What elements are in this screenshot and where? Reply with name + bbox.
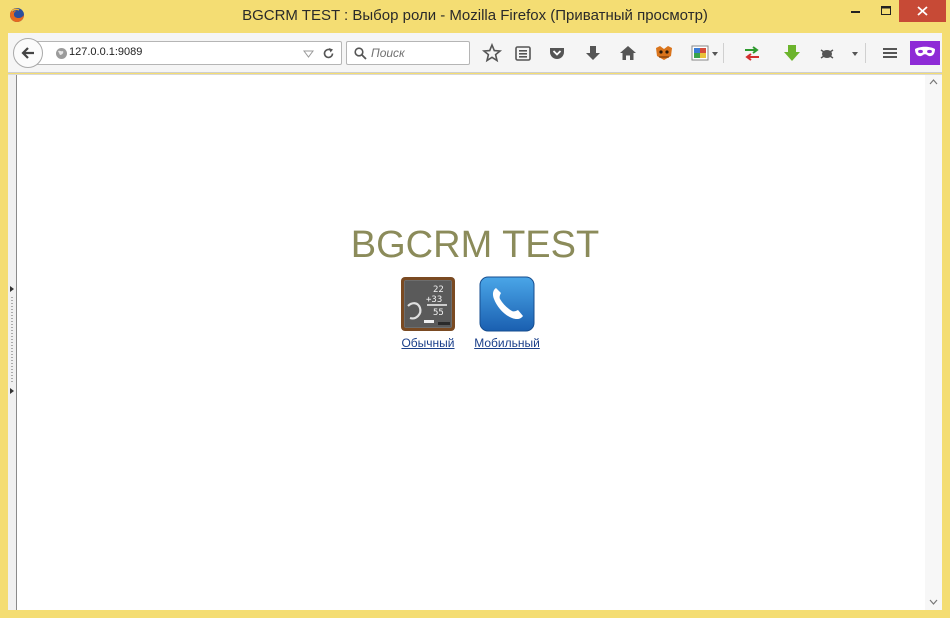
addon-sync-arrows-icon[interactable] — [741, 42, 763, 64]
role-item-mobile: Мобильный — [471, 276, 543, 350]
search-icon — [354, 47, 367, 60]
downloads-icon[interactable] — [582, 42, 604, 64]
private-mask-icon — [915, 46, 935, 57]
maximize-icon — [881, 6, 891, 15]
addon-image-search-icon[interactable] — [689, 42, 711, 64]
addon-fox-icon[interactable] — [653, 42, 675, 64]
browser-window: BGCRM TEST : Выбор роли - Mozilla Firefo… — [0, 0, 950, 618]
role-item-regular: 22 +33 55 Обычный — [398, 276, 458, 350]
addon-bug-dropdown-icon[interactable] — [850, 42, 860, 64]
phone-icon[interactable] — [479, 276, 535, 332]
svg-text:+33: +33 — [426, 295, 442, 305]
scroll-up-icon[interactable] — [929, 79, 938, 85]
close-icon — [917, 6, 928, 16]
window-title: BGCRM TEST : Выбор роли - Mozilla Firefo… — [242, 7, 708, 24]
chalkboard-math-icon[interactable]: 22 +33 55 — [400, 276, 456, 332]
url-dropdown-icon[interactable] — [303, 50, 314, 58]
page-title: BGCRM TEST — [350, 224, 600, 266]
search-bar[interactable]: Поиск — [346, 41, 470, 65]
private-browsing-indicator — [910, 41, 940, 65]
close-window-button[interactable] — [899, 0, 946, 22]
svg-text:55: 55 — [433, 308, 444, 318]
search-placeholder: Поиск — [371, 46, 405, 60]
url-text: 127.0.0.1:9089 — [69, 46, 143, 58]
bookmarks-menu-icon[interactable] — [512, 42, 534, 64]
toolbar-separator — [723, 43, 724, 63]
splitter-arrows-icon — [10, 286, 14, 394]
addon-download-helper-icon[interactable] — [781, 42, 803, 64]
pocket-icon[interactable] — [546, 42, 568, 64]
addon-bug-icon[interactable] — [816, 42, 838, 64]
svg-text:22: 22 — [433, 285, 444, 295]
navigation-toolbar: 127.0.0.1:9089 Поиск — [8, 33, 942, 73]
url-bar[interactable]: 127.0.0.1:9089 — [32, 41, 342, 65]
globe-icon — [56, 48, 67, 59]
back-arrow-icon — [21, 47, 34, 59]
vertical-scrollbar[interactable] — [925, 75, 942, 610]
page-content: BGCRM TEST 22 +33 55 Обычный Мобильный — [8, 74, 942, 610]
role-link-regular[interactable]: Обычный — [398, 336, 458, 350]
bookmark-star-icon[interactable] — [481, 42, 503, 64]
scroll-down-icon[interactable] — [929, 599, 938, 605]
home-icon[interactable] — [617, 42, 639, 64]
titlebar: BGCRM TEST : Выбор роли - Mozilla Firefo… — [0, 0, 950, 32]
sidebar-splitter[interactable] — [8, 75, 17, 610]
back-button[interactable] — [13, 38, 43, 68]
toolbar-separator — [865, 43, 866, 63]
role-link-mobile[interactable]: Мобильный — [471, 336, 543, 350]
minimize-button[interactable] — [839, 0, 873, 22]
maximize-button[interactable] — [873, 0, 899, 22]
hamburger-menu-icon[interactable] — [879, 42, 901, 64]
minimize-icon — [851, 11, 860, 13]
reload-icon[interactable] — [322, 47, 335, 60]
addon-dropdown-icon[interactable] — [710, 42, 720, 64]
